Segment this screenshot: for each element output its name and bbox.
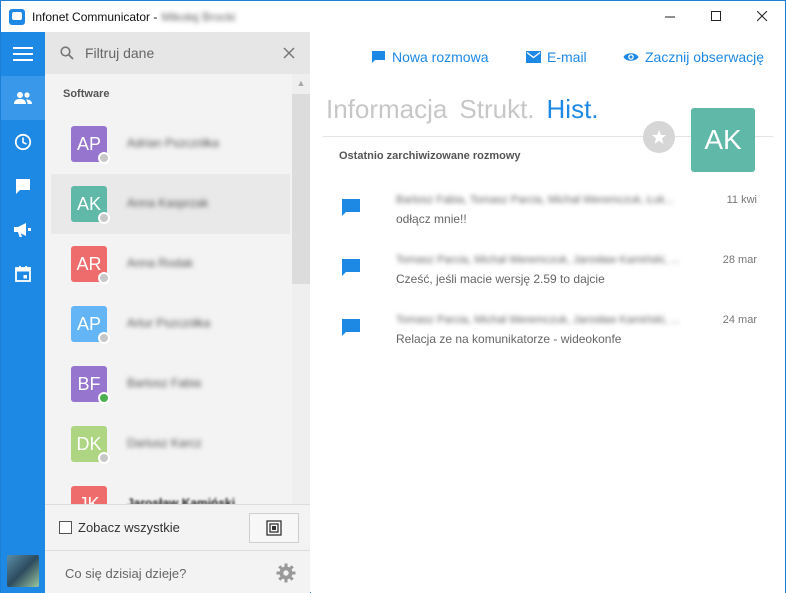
- email-icon: [526, 51, 541, 63]
- eye-icon: [623, 53, 639, 61]
- contact-item[interactable]: AP Adrian Pszczółka: [51, 114, 290, 174]
- contact-group-header: Software: [63, 88, 110, 100]
- conversation-participants: Tomasz Parcia, Michał Weremczuk, Jarosła…: [396, 254, 680, 266]
- hamburger-menu-icon: [13, 47, 33, 61]
- conversation-participants: Bartosz Fabia, Tomasz Parcia, Michał Wer…: [396, 194, 674, 206]
- maximize-button[interactable]: [693, 1, 739, 32]
- contact-panel: Software AP Adrian Pszczółka AK Anna Kas…: [45, 32, 310, 593]
- conversation-icon: [342, 319, 360, 336]
- contact-name: Adrian Pszczółka: [127, 136, 220, 150]
- scroll-up-icon[interactable]: ▲: [296, 78, 306, 88]
- app-window: Infonet Communicator - Mikołaj Brocki Fi…: [0, 0, 786, 593]
- see-all-checkbox[interactable]: [59, 521, 72, 534]
- search-input[interactable]: [85, 40, 265, 66]
- contact-name: Bartosz Fabia: [127, 376, 202, 390]
- detail-tabs: Informacja Strukt. Hist.: [326, 94, 599, 125]
- contact-item[interactable]: DK Dariusz Karcz: [51, 414, 290, 474]
- contact-item[interactable]: AK Anna Kasprzak: [51, 174, 290, 234]
- conversation-icon: [342, 199, 360, 216]
- contact-name: Anna Rodak: [127, 256, 194, 270]
- chat-icon: [372, 50, 385, 63]
- conversation-item[interactable]: Tomasz Parcia, Michał Weremczuk, Jarosła…: [311, 248, 785, 308]
- conversation-last-message: odłącz mnie!!: [396, 212, 467, 226]
- tab-structure[interactable]: Strukt.: [459, 94, 534, 125]
- contact-list-scrollbar[interactable]: ▲ ▼: [292, 74, 310, 534]
- contacts-icon: [14, 92, 32, 104]
- rail-item-history[interactable]: [1, 120, 45, 164]
- contact-list: Software AP Adrian Pszczółka AK Anna Kas…: [51, 74, 290, 534]
- rail-item-contacts[interactable]: [1, 76, 45, 120]
- status-indicator: [98, 272, 110, 284]
- user-avatar[interactable]: [7, 555, 39, 587]
- profile-avatar: AK: [691, 108, 755, 172]
- status-message-bar: [45, 550, 310, 593]
- status-indicator: [98, 452, 110, 464]
- contact-item[interactable]: AR Anna Rodak: [51, 234, 290, 294]
- close-button[interactable]: [739, 1, 785, 32]
- conversation-item[interactable]: Bartosz Fabia, Tomasz Parcia, Michał Wer…: [311, 188, 785, 248]
- status-indicator: [98, 332, 110, 344]
- clock-icon: [14, 133, 32, 151]
- contact-name: Anna Kasprzak: [127, 196, 209, 210]
- main-content: Nowa rozmowa E-mail Zacznij obserwację I…: [311, 32, 785, 593]
- new-conversation-label: Nowa rozmowa: [392, 49, 489, 65]
- see-all-bar: Zobacz wszystkie: [45, 504, 310, 550]
- conversation-last-message: Cześć, jeśli macie wersję 2.59 to dajcie: [396, 272, 605, 286]
- conversation-icon: [342, 259, 360, 276]
- conversation-date: 28 mar: [722, 254, 757, 266]
- contact-item[interactable]: AP Artur Pszczółka: [51, 294, 290, 354]
- minimize-icon: [664, 16, 675, 18]
- gear-icon[interactable]: [276, 563, 296, 583]
- history-section-label: Ostatnio zarchiwizowane rozmowy: [339, 150, 521, 162]
- contact-name: Dariusz Karcz: [127, 436, 202, 450]
- megaphone-icon: [14, 223, 31, 237]
- rail-item-calendar[interactable]: [1, 252, 45, 296]
- observe-label: Zacznij obserwację: [645, 49, 765, 65]
- status-message-input[interactable]: [65, 563, 265, 583]
- star-icon: [652, 130, 666, 144]
- conversation-date: 11 kwi: [726, 194, 757, 206]
- qr-code-icon: [266, 520, 282, 536]
- tab-information[interactable]: Informacja: [326, 94, 447, 125]
- favorite-button[interactable]: [643, 121, 675, 153]
- window-title: Infonet Communicator -: [32, 9, 158, 24]
- title-bar: Infonet Communicator - Mikołaj Brocki: [1, 1, 785, 32]
- conversation-last-message: Relacja ze na komunikatorze - wideokonfe: [396, 332, 622, 346]
- chat-icon: [16, 179, 30, 194]
- see-all-label: Zobacz wszystkie: [78, 520, 180, 535]
- rail-item-announcements[interactable]: [1, 208, 45, 252]
- minimize-button[interactable]: [647, 1, 693, 32]
- conversation-participants: Tomasz Parcia, Michał Weremczuk, Jarosła…: [396, 314, 680, 326]
- calendar-icon: [15, 266, 31, 282]
- clear-search-icon[interactable]: [283, 47, 295, 59]
- contact-item[interactable]: BF Bartosz Fabia: [51, 354, 290, 414]
- status-indicator: [98, 152, 110, 164]
- conversation-date: 24 mar: [722, 314, 757, 326]
- app-logo-icon: [9, 8, 25, 25]
- window-controls: [647, 1, 785, 32]
- scroll-thumb[interactable]: [292, 94, 310, 284]
- new-conversation-button[interactable]: Nowa rozmowa: [371, 49, 488, 65]
- navigation-rail: [1, 32, 45, 593]
- close-icon: [756, 11, 767, 22]
- window-title-user: Mikołaj Brocki: [161, 9, 236, 24]
- tab-history[interactable]: Hist.: [547, 94, 599, 125]
- maximize-icon: [710, 11, 721, 21]
- contact-name: Artur Pszczółka: [127, 316, 211, 330]
- search-bar: [45, 32, 310, 74]
- rail-item-chats[interactable]: [1, 164, 45, 208]
- status-indicator: [98, 212, 110, 224]
- search-icon: [60, 46, 74, 60]
- qr-code-button[interactable]: [249, 513, 299, 543]
- email-label: E-mail: [547, 49, 587, 65]
- observe-button[interactable]: Zacznij obserwację: [623, 49, 764, 65]
- email-button[interactable]: E-mail: [526, 49, 587, 65]
- menu-button[interactable]: [1, 32, 45, 76]
- status-indicator: [98, 392, 110, 404]
- conversation-item[interactable]: Tomasz Parcia, Michał Weremczuk, Jarosła…: [311, 308, 785, 368]
